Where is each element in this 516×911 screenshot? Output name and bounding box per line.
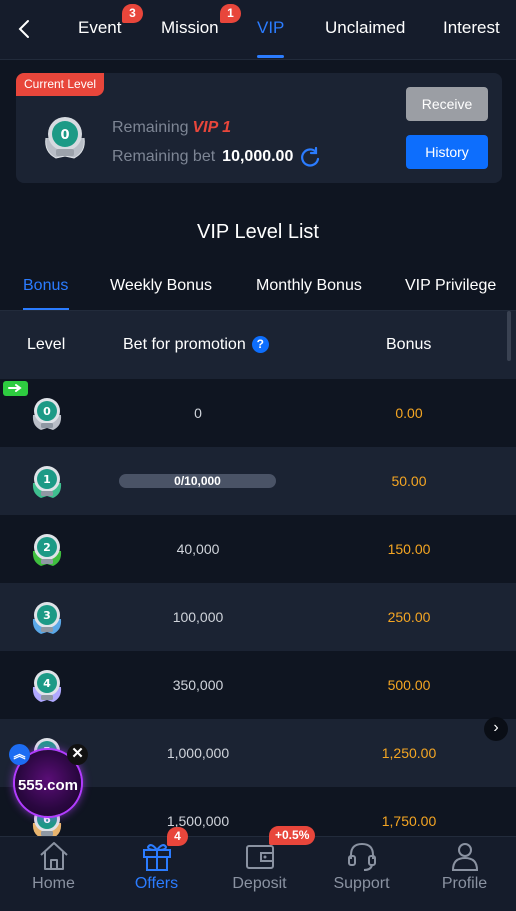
card-medal-level: 0	[60, 128, 69, 143]
table-row: 0 0 0.00	[0, 379, 516, 447]
medal-level: 2	[43, 541, 51, 554]
vip-medal-icon: 1	[32, 466, 62, 498]
subtab-bonus[interactable]: Bonus	[23, 277, 68, 295]
deposit-badge: +0.5%	[269, 826, 316, 845]
vip-list-title: VIP Level List	[197, 221, 319, 243]
tab-unclaimed[interactable]: Unclaimed	[325, 18, 405, 38]
nav-support[interactable]: Support	[310, 837, 413, 911]
nav-offers[interactable]: Offers	[105, 837, 208, 911]
subtab-vip-privilege[interactable]: VIP Privilege	[405, 277, 496, 295]
bonus-value: 1,750.00	[381, 813, 437, 829]
table-row: 2 40,000 150.00	[0, 515, 516, 583]
bet-value: 1,500,000	[166, 813, 230, 829]
current-level-pointer-icon	[3, 381, 28, 396]
nav-deposit[interactable]: Deposit	[208, 837, 311, 911]
collapse-up-icon[interactable]: ︽	[9, 744, 30, 765]
close-icon[interactable]: ✕	[67, 744, 88, 765]
tab-interest[interactable]: Interest	[443, 18, 500, 38]
bet-value: 100,000	[172, 609, 224, 625]
active-tab-indicator	[257, 55, 284, 58]
bonus-value: 0.00	[395, 405, 423, 421]
current-level-card: Current Level 0 Remaining VIP 1 Remaining…	[16, 73, 502, 183]
chevron-right-icon[interactable]: ›	[484, 717, 508, 741]
bonus-value: 150.00	[387, 541, 431, 557]
bet-value: 0	[194, 405, 202, 421]
table-row: 4 350,000 500.00	[0, 651, 516, 719]
remaining-bet: Remaining bet 10,000.00	[112, 146, 321, 168]
bet-value: 350,000	[172, 677, 224, 693]
medal-level: 1	[43, 473, 51, 486]
subtab-weekly-bonus[interactable]: Weekly Bonus	[110, 277, 212, 295]
home-icon	[40, 842, 68, 870]
bet-value: 1,000,000	[166, 745, 230, 761]
nav-home[interactable]: Home	[2, 837, 105, 911]
scrollbar[interactable]	[507, 311, 511, 361]
floating-promo[interactable]: 555.com ︽ ✕	[6, 740, 88, 830]
refresh-icon[interactable]	[299, 146, 321, 168]
bet-progress-bar: 0/10,000	[119, 474, 276, 488]
offers-badge: 4	[167, 827, 188, 846]
bet-value: 40,000	[176, 541, 220, 557]
bonus-value: 1,250.00	[381, 745, 437, 761]
remaining-level: Remaining VIP 1	[112, 119, 232, 136]
history-button[interactable]: History	[406, 135, 488, 169]
mission-badge: 1	[220, 4, 241, 23]
current-level-tag: Current Level	[16, 73, 105, 96]
vip-medal-icon: 4	[32, 670, 62, 702]
bottom-nav: Home Offers 4 Deposit Support Profile	[0, 827, 516, 911]
vip-medal-icon: 2	[32, 534, 62, 566]
column-bet: Bet for promotion?	[123, 336, 269, 354]
bonus-value: 50.00	[391, 473, 427, 489]
tab-vip[interactable]: VIP	[257, 18, 284, 38]
medal-level: 3	[43, 609, 51, 622]
bonus-value: 500.00	[387, 677, 431, 693]
bonus-value: 250.00	[387, 609, 431, 625]
bet-value: 0/10,000	[174, 474, 221, 488]
vip-medal-icon: 0	[45, 117, 85, 159]
table-header: Level Bet for promotion? Bonus	[0, 311, 516, 379]
remaining-bet-amount: 10,000.00	[222, 148, 294, 165]
back-arrow-icon[interactable]	[12, 16, 38, 42]
medal-level: 4	[43, 677, 51, 690]
medal-level: 0	[43, 405, 51, 418]
nav-profile[interactable]: Profile	[413, 837, 516, 911]
table-row: 1 0/10,000 50.00	[0, 447, 516, 515]
help-icon[interactable]: ?	[251, 336, 269, 353]
tab-mission[interactable]: Mission	[161, 18, 219, 38]
vip-medal-icon: 3	[32, 602, 62, 634]
user-icon	[451, 843, 479, 871]
top-nav: Event 3 Mission 1 VIP Unclaimed Interest	[0, 0, 516, 60]
headset-icon	[348, 842, 376, 871]
next-vip-level: VIP 1	[192, 119, 232, 136]
event-badge: 3	[122, 4, 143, 23]
table-row: 3 100,000 250.00	[0, 583, 516, 651]
tab-event[interactable]: Event	[78, 18, 121, 38]
column-bonus: Bonus	[386, 336, 432, 353]
subtab-monthly-bonus[interactable]: Monthly Bonus	[256, 277, 362, 295]
vip-medal-icon: 0	[32, 398, 62, 430]
receive-button[interactable]: Receive	[406, 87, 488, 121]
column-level: Level	[27, 336, 66, 353]
